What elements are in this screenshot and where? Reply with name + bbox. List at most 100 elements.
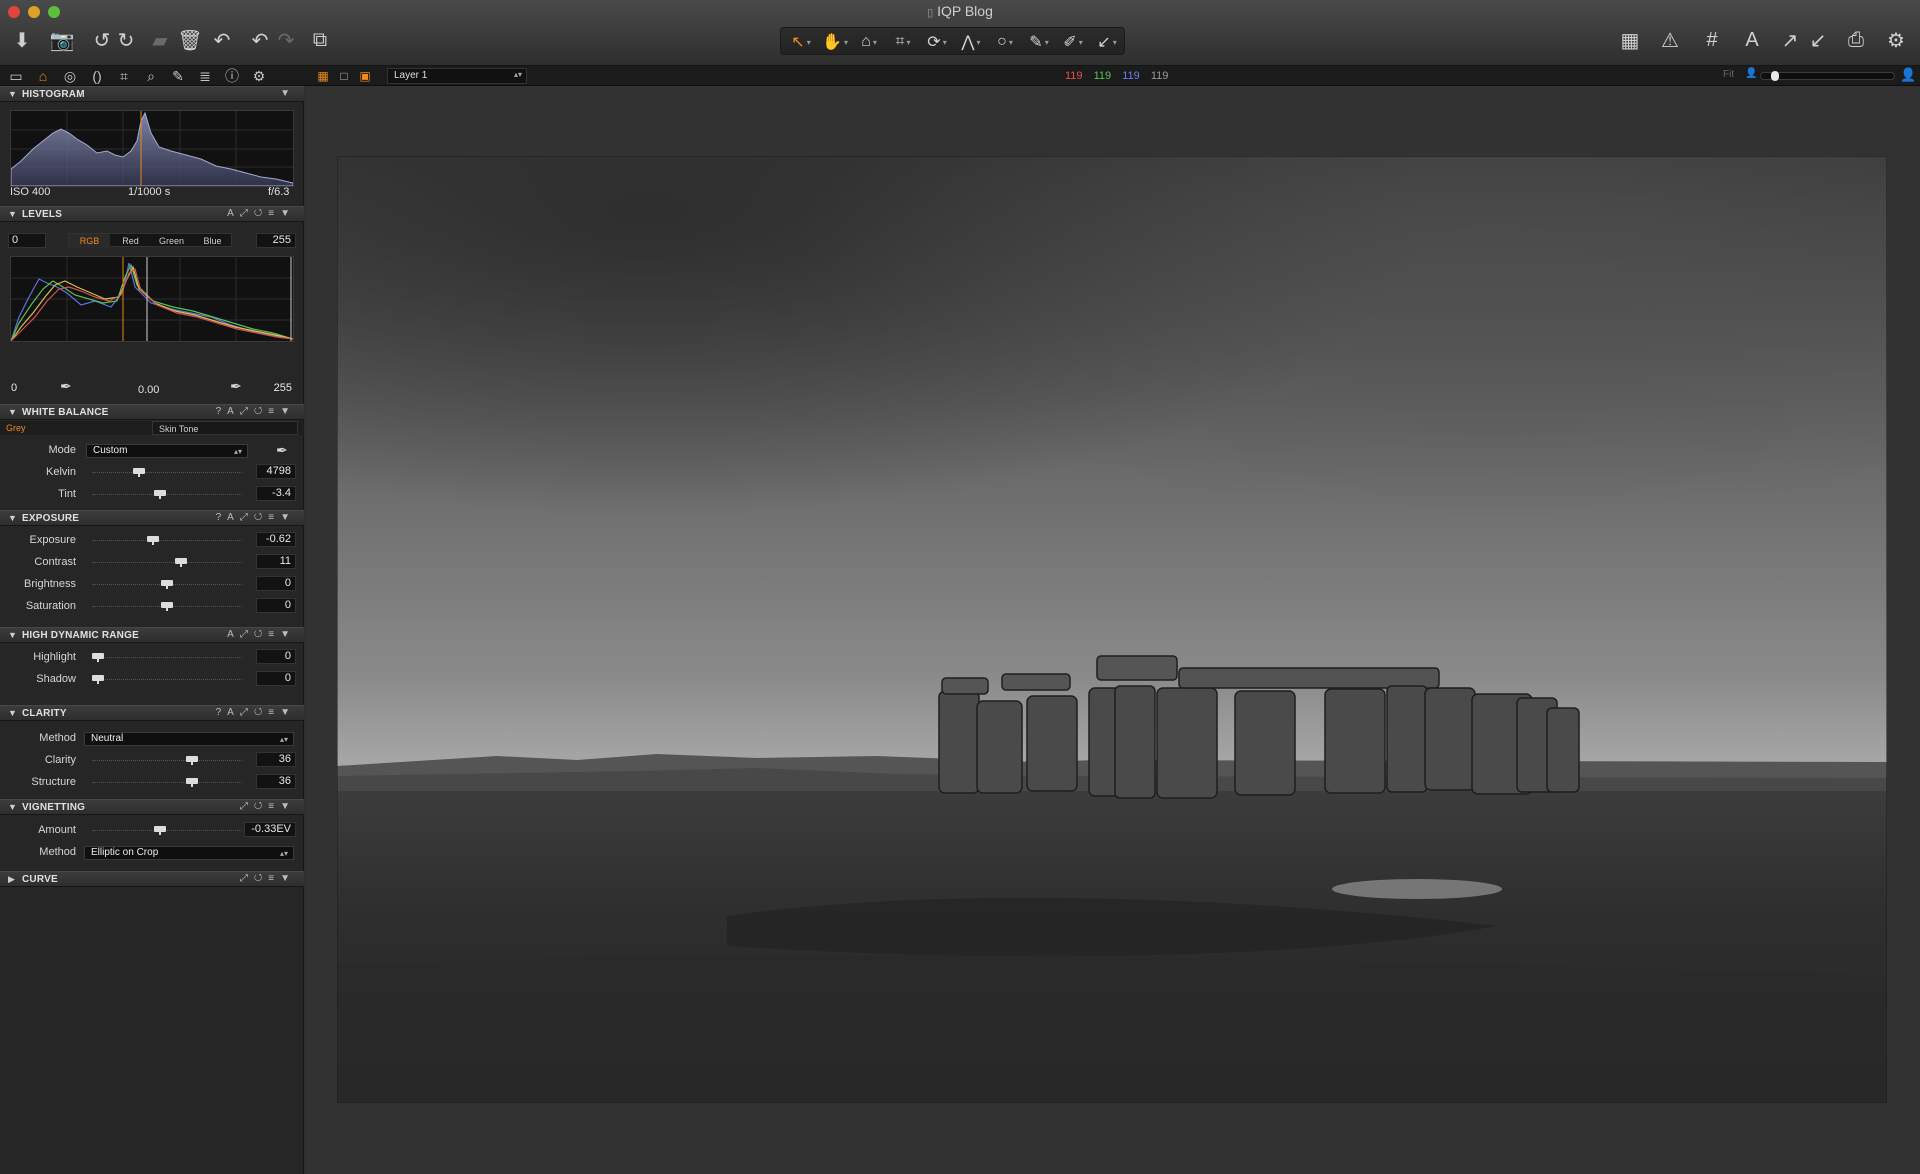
cursor-tool-icon[interactable]: ↖ ▾ <box>785 30 817 54</box>
rotate-tool-icon[interactable]: ⟳ ▾ <box>921 30 953 54</box>
curve-header[interactable]: ▶ CURVE ⤢↺≡▼ <box>0 871 304 887</box>
brightness-value[interactable]: 0 <box>256 576 296 591</box>
zoom-slider[interactable] <box>1760 71 1895 81</box>
collapse-triangle-icon[interactable]: ▼ <box>8 708 17 718</box>
saturation-slider[interactable] <box>92 601 242 611</box>
structure-slider[interactable] <box>92 777 242 787</box>
brightness-slider-knob[interactable] <box>161 580 173 589</box>
levels-midpoint[interactable]: 0.00 <box>138 384 159 396</box>
clarity-header[interactable]: ▼ CLARITY ?A⤢↺≡▼ <box>0 705 304 721</box>
clarity-method-select[interactable]: Neutral ▴▾ <box>84 732 294 746</box>
undo-icon[interactable]: ↶ <box>246 26 274 54</box>
kelvin-slider[interactable] <box>92 467 242 477</box>
clarity-slider-knob[interactable] <box>186 756 198 765</box>
tint-value[interactable]: -3.4 <box>256 486 296 501</box>
exposure-value[interactable]: -0.62 <box>256 532 296 547</box>
collapse-triangle-icon[interactable]: ▼ <box>8 209 17 219</box>
contrast-slider[interactable] <box>92 557 242 567</box>
zoom-fit-label[interactable]: Fit <box>1723 69 1734 80</box>
stonehenge-photo[interactable] <box>337 156 1887 1103</box>
white-balance-header[interactable]: ▼ WHITE BALANCE ?A⤢↺≡▼ <box>0 404 304 420</box>
shadow-slider[interactable] <box>92 674 242 684</box>
grid-view-icon[interactable]: ▦ <box>1616 26 1644 54</box>
tab-library-icon[interactable]: ▭ <box>6 67 26 85</box>
levels-input-low[interactable]: 0 <box>8 233 46 248</box>
copy-stack-icon[interactable]: ⧉ <box>306 26 334 54</box>
folder-icon[interactable]: ▰ <box>146 26 174 54</box>
layer-select[interactable]: Layer 1 ▴▾ <box>387 68 527 84</box>
tab-metadata-icon[interactable]: ≣ <box>195 67 215 85</box>
structure-value[interactable]: 36 <box>256 774 296 789</box>
tool-actions-icons[interactable]: ?A⤢↺≡▼ <box>216 512 296 523</box>
hand-tool-icon[interactable]: ✋ ▾ <box>819 30 851 54</box>
zoom-slider-knob[interactable] <box>1771 71 1779 81</box>
zoom-out-person-icon[interactable]: 👤 <box>1745 68 1757 79</box>
tool-actions-icons[interactable]: ⤢↺≡▼ <box>240 873 296 884</box>
levels-channel-rgb[interactable]: RGB <box>69 234 110 248</box>
brush-tool-icon[interactable]: ✎ ▾ <box>1023 30 1055 54</box>
exposure-slider-knob[interactable] <box>147 536 159 545</box>
zoom-in-person-icon[interactable]: 👤 <box>1900 67 1916 83</box>
highlight-value[interactable]: 0 <box>256 649 296 664</box>
tool-actions-icons[interactable]: ⤢↺≡▼ <box>240 801 296 812</box>
highlight-slider[interactable] <box>92 652 242 662</box>
warning-icon[interactable]: ⚠ <box>1656 26 1684 54</box>
crop-tool-icon[interactable]: ⌗ ▾ <box>887 30 919 54</box>
collapse-triangle-icon[interactable]: ▼ <box>8 513 17 523</box>
expand-triangle-icon[interactable]: ▶ <box>8 874 15 885</box>
spot-tool-icon[interactable]: ○ ▾ <box>989 30 1021 54</box>
camera-icon[interactable]: 📷 <box>48 26 76 54</box>
tab-local-adjust-icon[interactable]: ✎ <box>168 67 188 85</box>
trash-icon[interactable]: 🗑 <box>176 26 204 54</box>
import-icon[interactable]: ⬇ <box>8 26 36 54</box>
vignetting-method-select[interactable]: Elliptic on Crop ▴▾ <box>84 846 294 860</box>
shadow-slider-knob[interactable] <box>92 675 104 684</box>
tab-focus-icon[interactable]: ⌕ <box>141 67 161 85</box>
kelvin-value[interactable]: 4798 <box>256 464 296 479</box>
grid-overlay-icon[interactable]: # <box>1698 26 1726 54</box>
tab-info-icon[interactable]: ⓘ <box>222 67 242 85</box>
levels-output-low[interactable]: 0 <box>8 382 46 397</box>
tint-slider-knob[interactable] <box>154 490 166 499</box>
levels-input-high[interactable]: 255 <box>256 233 296 248</box>
tool-actions-icons[interactable]: ?A⤢↺≡▼ <box>216 406 296 417</box>
contrast-slider-knob[interactable] <box>175 558 187 567</box>
tool-actions-icons[interactable]: A⤢↺≡▼ <box>227 629 296 640</box>
rotate-right-icon[interactable]: ↻ <box>112 26 140 54</box>
text-overlay-icon[interactable]: A <box>1738 26 1766 54</box>
keystone-tool-icon[interactable]: ⋀ ▾ <box>955 30 987 54</box>
levels-graph[interactable] <box>10 256 294 342</box>
wb-tab-skin-tone[interactable]: Skin Tone <box>152 421 298 435</box>
wb-picker-icon[interactable]: ✒ <box>276 442 288 459</box>
export-icon[interactable]: ↗ <box>1776 26 1804 54</box>
vignetting-amount-value[interactable]: -0.33EV <box>244 822 296 837</box>
redo-icon[interactable]: ↷ <box>272 26 300 54</box>
saturation-slider-knob[interactable] <box>161 602 173 611</box>
clarity-slider[interactable] <box>92 755 242 765</box>
histogram-header[interactable]: ▼ HISTOGRAM ▼ <box>0 86 304 102</box>
settings-icon[interactable]: ⚙ <box>1882 26 1910 54</box>
single-view-icon[interactable]: □ <box>335 68 353 84</box>
tab-color-icon[interactable]: ◎ <box>60 67 80 85</box>
vignetting-amount-slider[interactable] <box>92 825 242 835</box>
collapse-triangle-icon[interactable]: ▼ <box>8 407 17 417</box>
picker-tool-icon[interactable]: ↙ ▾ <box>1091 30 1123 54</box>
tint-slider[interactable] <box>92 489 242 499</box>
black-picker-icon[interactable]: ✒ <box>60 378 72 395</box>
tab-settings-icon[interactable]: ⚙ <box>249 67 269 85</box>
vignetting-header[interactable]: ▼ VIGNETTING ⤢↺≡▼ <box>0 799 304 815</box>
import-arrow-icon[interactable]: ↙ <box>1804 26 1832 54</box>
collapse-triangle-icon[interactable]: ▼ <box>8 802 17 812</box>
tab-capture-icon[interactable]: ⌂ <box>33 67 53 85</box>
primary-variant-icon[interactable]: ▣ <box>356 68 374 84</box>
vignetting-amount-knob[interactable] <box>154 826 166 835</box>
kelvin-slider-knob[interactable] <box>133 468 145 477</box>
levels-channel-green[interactable]: Green <box>151 234 192 248</box>
image-viewer[interactable] <box>305 86 1920 1174</box>
collapse-triangle-icon[interactable]: ▼ <box>8 630 17 640</box>
eraser-tool-icon[interactable]: ✐ ▾ <box>1057 30 1089 54</box>
loupe-tool-icon[interactable]: ⌂ ▾ <box>853 30 885 54</box>
wb-tab-grey[interactable]: Grey <box>0 421 150 435</box>
exposure-header[interactable]: ▼ EXPOSURE ?A⤢↺≡▼ <box>0 510 304 526</box>
levels-output-high[interactable]: 255 <box>256 382 296 397</box>
